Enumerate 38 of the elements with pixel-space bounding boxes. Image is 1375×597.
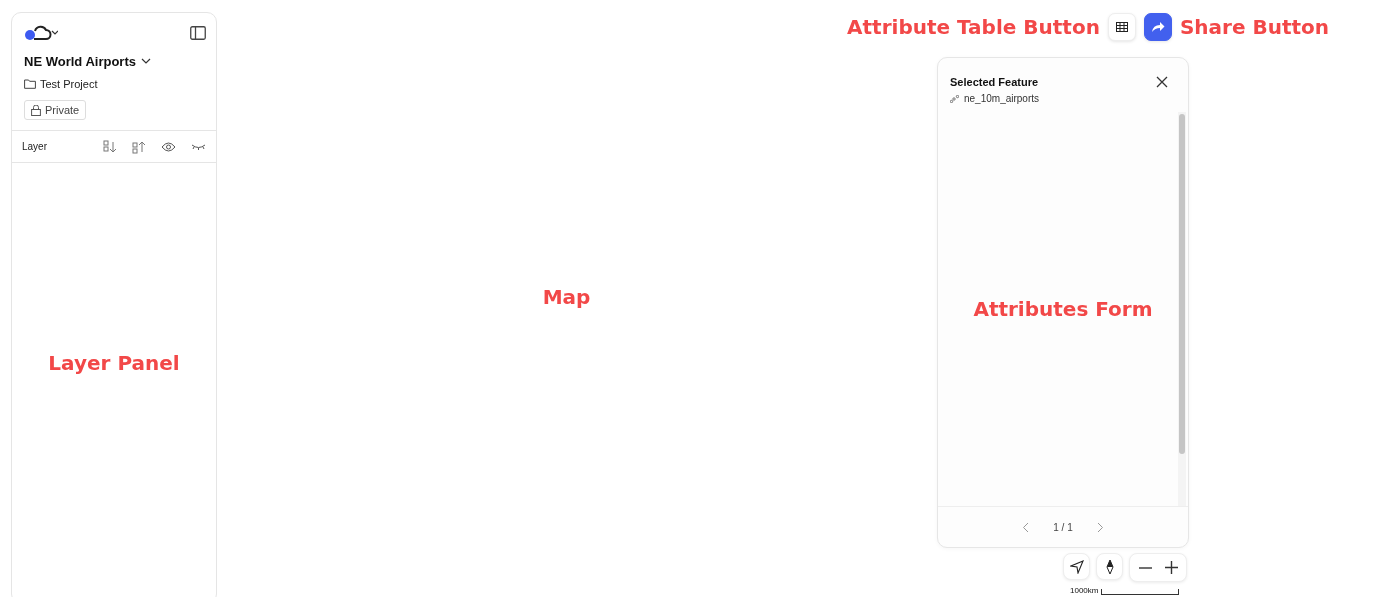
app-menu-button[interactable] [24, 25, 58, 41]
annotation-label: Layer Panel [48, 351, 180, 375]
next-icon[interactable] [1096, 521, 1104, 533]
share-button[interactable] [1143, 13, 1172, 41]
layer-name: ne_10m_airports [964, 93, 1040, 104]
table-icon [1115, 22, 1128, 32]
compass-button[interactable] [1096, 553, 1123, 580]
eye-closed-icon[interactable] [191, 142, 206, 151]
privacy-button[interactable]: Private [24, 100, 87, 120]
sort-up-icon[interactable] [132, 139, 146, 154]
page-indicator: 1 / 1 [1053, 521, 1073, 533]
share-arrow-icon [1150, 21, 1165, 33]
scale-label: 1000km [1070, 586, 1099, 595]
minus-icon [1138, 566, 1152, 569]
point-layer-icon [950, 94, 959, 103]
folder-name[interactable]: Test Project [40, 78, 98, 90]
close-icon[interactable] [1156, 76, 1168, 88]
sidebar-toggle-icon[interactable] [190, 26, 206, 40]
layer-header: Layer [22, 141, 47, 152]
caret-icon [140, 58, 151, 64]
project-title-dropdown[interactable]: NE World Airports [24, 52, 206, 70]
scrollbar[interactable] [1178, 112, 1186, 506]
annotation-label: Attribute Table Button [847, 15, 1100, 39]
annotation-label: Attributes Form [973, 297, 1153, 321]
previous-icon[interactable] [1022, 521, 1030, 533]
annotation-label: Share Button [1179, 15, 1329, 39]
annotation-label: Map [542, 284, 591, 309]
eye-icon[interactable] [161, 141, 176, 152]
panel-title: Selected Feature [950, 76, 1039, 88]
sort-down-icon[interactable] [103, 139, 117, 154]
folder-icon [24, 79, 36, 89]
navigation-arrow-icon [1069, 559, 1084, 574]
locate-button[interactable] [1063, 553, 1090, 580]
lock-icon [31, 104, 41, 116]
compass-icon [1105, 558, 1114, 575]
cloud-logo-icon [24, 25, 58, 41]
plus-icon [1164, 561, 1178, 574]
attribute-table-button[interactable] [1107, 13, 1136, 41]
